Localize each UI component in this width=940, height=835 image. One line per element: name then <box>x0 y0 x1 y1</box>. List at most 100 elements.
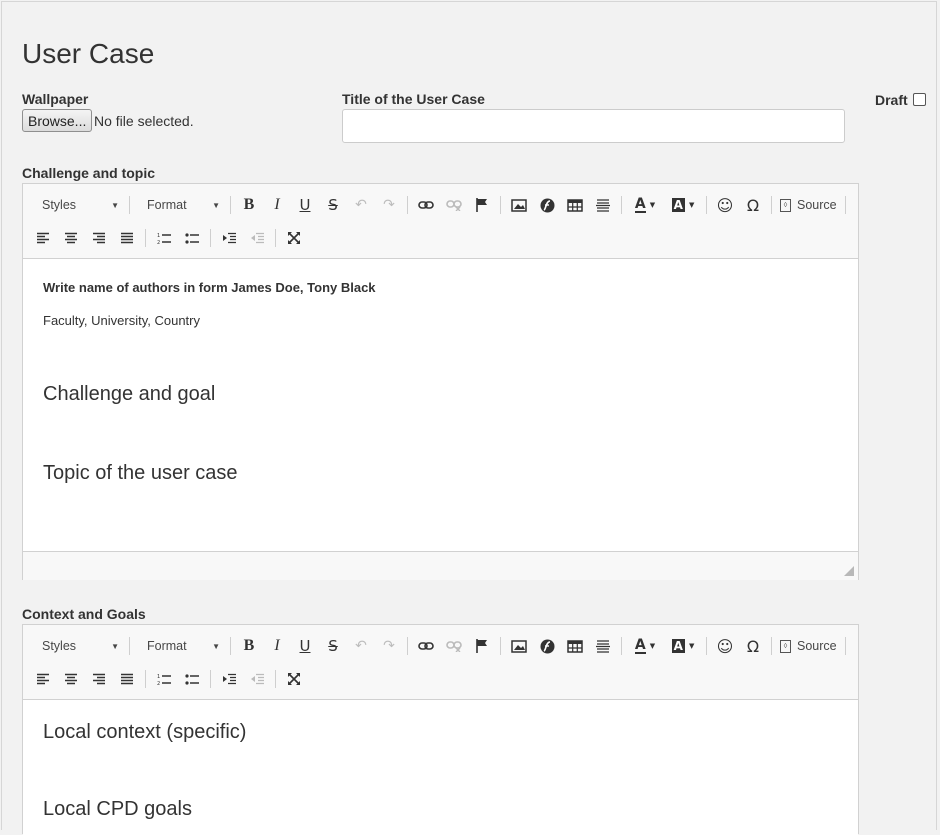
toolbar-separator <box>407 637 408 655</box>
local-context-heading: Local context (specific) <box>43 721 247 743</box>
text-color-icon[interactable]: A ▼ <box>628 193 662 217</box>
image-icon[interactable] <box>507 193 531 217</box>
draft-checkbox[interactable] <box>913 93 926 106</box>
anchor-flag-icon[interactable] <box>470 634 494 658</box>
source-icon: ◊ <box>780 198 791 212</box>
toolbar-separator <box>706 196 707 214</box>
toolbar-separator <box>621 196 622 214</box>
table-icon[interactable] <box>563 634 587 658</box>
outdent-icon[interactable] <box>245 226 269 250</box>
smiley-icon[interactable]: ☺ <box>713 634 737 658</box>
align-justify-icon[interactable] <box>115 667 139 691</box>
text-color-icon[interactable]: A ▼ <box>628 634 662 658</box>
maximize-icon[interactable] <box>282 226 306 250</box>
numbered-list-icon[interactable]: 12 <box>152 667 176 691</box>
bulleted-list-icon[interactable] <box>180 667 204 691</box>
toolbar-separator <box>771 637 772 655</box>
bold-icon[interactable]: B <box>237 634 261 658</box>
toolbar-separator <box>230 637 231 655</box>
toolbar-separator <box>145 670 146 688</box>
anchor-flag-icon[interactable] <box>470 193 494 217</box>
editor-toolbar: Styles ▼ Format ▼ B I U S ↶ ↷ A ▼ A ▼ ☺ Ω <box>23 625 858 700</box>
toolbar-separator <box>210 229 211 247</box>
title-input[interactable] <box>342 109 845 143</box>
toolbar-separator <box>407 196 408 214</box>
indent-icon[interactable] <box>217 226 241 250</box>
challenge-goal-heading: Challenge and goal <box>43 383 216 405</box>
undo-icon[interactable]: ↶ <box>349 193 373 217</box>
bulleted-list-icon[interactable] <box>180 226 204 250</box>
toolbar-separator <box>621 637 622 655</box>
redo-icon[interactable]: ↷ <box>377 634 401 658</box>
undo-icon[interactable]: ↶ <box>349 634 373 658</box>
toolbar-separator <box>500 196 501 214</box>
align-center-icon[interactable] <box>59 226 83 250</box>
horizontal-line-icon[interactable] <box>591 193 615 217</box>
maximize-icon[interactable] <box>282 667 306 691</box>
flash-icon[interactable] <box>535 634 559 658</box>
indent-icon[interactable] <box>217 667 241 691</box>
unlink-icon[interactable] <box>442 634 466 658</box>
numbered-list-icon[interactable]: 12 <box>152 226 176 250</box>
chevron-down-icon: ▼ <box>111 641 119 651</box>
context-goals-editor: Styles ▼ Format ▼ B I U S ↶ ↷ A ▼ A ▼ ☺ Ω <box>22 624 859 835</box>
toolbar-separator <box>275 229 276 247</box>
toolbar-separator <box>145 229 146 247</box>
background-color-icon[interactable]: A ▼ <box>666 193 700 217</box>
link-icon[interactable] <box>414 193 438 217</box>
source-button[interactable]: ◊ Source <box>776 634 841 658</box>
toolbar-separator <box>230 196 231 214</box>
toolbar-separator <box>500 637 501 655</box>
unlink-icon[interactable] <box>442 193 466 217</box>
align-left-icon[interactable] <box>31 667 55 691</box>
resize-grip-icon[interactable] <box>844 566 854 576</box>
format-dropdown[interactable]: Format ▼ <box>134 193 226 217</box>
table-icon[interactable] <box>563 193 587 217</box>
outdent-icon[interactable] <box>245 667 269 691</box>
link-icon[interactable] <box>414 634 438 658</box>
strikethrough-icon[interactable]: S <box>321 634 345 658</box>
italic-icon[interactable]: I <box>265 634 289 658</box>
strikethrough-icon[interactable]: S <box>321 193 345 217</box>
align-justify-icon[interactable] <box>115 226 139 250</box>
affiliation-text: Faculty, University, Country <box>43 313 201 328</box>
format-dropdown[interactable]: Format ▼ <box>134 634 226 658</box>
image-icon[interactable] <box>507 634 531 658</box>
align-right-icon[interactable] <box>87 667 111 691</box>
file-status-text: No file selected. <box>94 113 194 129</box>
editor-statusbar <box>23 551 858 580</box>
editor-content-area[interactable]: Local context (specific) Local CPD goals <box>23 700 858 835</box>
toolbar-separator <box>706 637 707 655</box>
background-color-icon[interactable]: A ▼ <box>666 634 700 658</box>
styles-dropdown-label: Styles <box>42 198 77 212</box>
toolbar-separator <box>129 196 130 214</box>
italic-icon[interactable]: I <box>265 193 289 217</box>
smiley-icon[interactable]: ☺ <box>713 193 737 217</box>
source-icon: ◊ <box>780 639 791 653</box>
challenge-topic-label: Challenge and topic <box>22 165 156 181</box>
horizontal-line-icon[interactable] <box>591 634 615 658</box>
page-title: User Case <box>22 38 155 69</box>
editor-content-area[interactable]: Write name of authors in form James Doe,… <box>23 259 858 551</box>
align-right-icon[interactable] <box>87 226 111 250</box>
underline-icon[interactable]: U <box>293 193 317 217</box>
flash-icon[interactable] <box>535 193 559 217</box>
svg-text:1: 1 <box>157 233 160 239</box>
special-char-omega-icon[interactable]: Ω <box>741 634 765 658</box>
toolbar-separator <box>771 196 772 214</box>
chevron-down-icon: ▼ <box>212 641 220 651</box>
challenge-topic-editor: Styles ▼ Format ▼ B I U S ↶ ↷ A ▼ A ▼ ☺ Ω <box>22 183 859 580</box>
format-dropdown-label: Format <box>147 639 187 653</box>
special-char-omega-icon[interactable]: Ω <box>741 193 765 217</box>
toolbar-separator <box>844 637 846 655</box>
styles-dropdown[interactable]: Styles ▼ <box>29 193 125 217</box>
browse-button[interactable]: Browse... <box>22 109 93 132</box>
bold-icon[interactable]: B <box>237 193 261 217</box>
styles-dropdown[interactable]: Styles ▼ <box>29 634 125 658</box>
underline-icon[interactable]: U <box>293 634 317 658</box>
redo-icon[interactable]: ↷ <box>377 193 401 217</box>
format-dropdown-label: Format <box>147 198 187 212</box>
align-left-icon[interactable] <box>31 226 55 250</box>
align-center-icon[interactable] <box>59 667 83 691</box>
source-button[interactable]: ◊ Source <box>776 193 841 217</box>
